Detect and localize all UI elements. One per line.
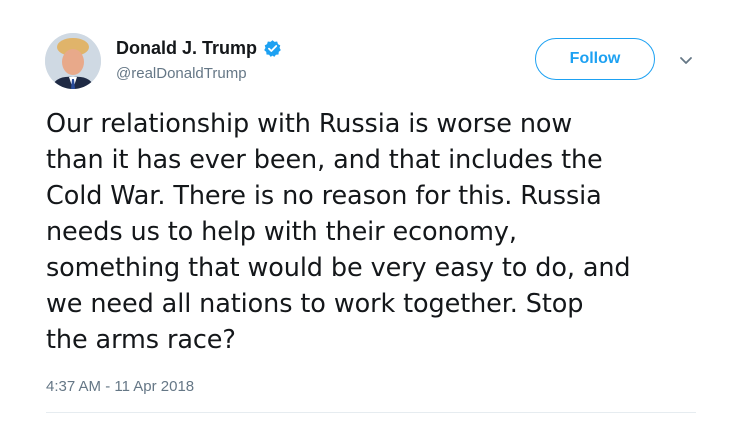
verified-badge-icon [263,39,282,58]
tweet-card: Donald J. Trump @realDonaldTrump Follow … [0,0,735,422]
chevron-down-icon[interactable] [678,52,694,68]
profile-avatar-icon [45,33,101,89]
tweet-timestamp[interactable]: 4:37 AM - 11 Apr 2018 [46,378,194,395]
author-display-name[interactable]: Donald J. Trump [116,38,257,59]
author-handle[interactable]: @realDonaldTrump [116,65,247,82]
author-name-row: Donald J. Trump [116,37,282,59]
tweet-text: Our relationship with Russia is worse no… [46,109,631,355]
divider [46,412,696,413]
avatar[interactable] [45,33,101,89]
follow-button[interactable]: Follow [535,38,655,80]
